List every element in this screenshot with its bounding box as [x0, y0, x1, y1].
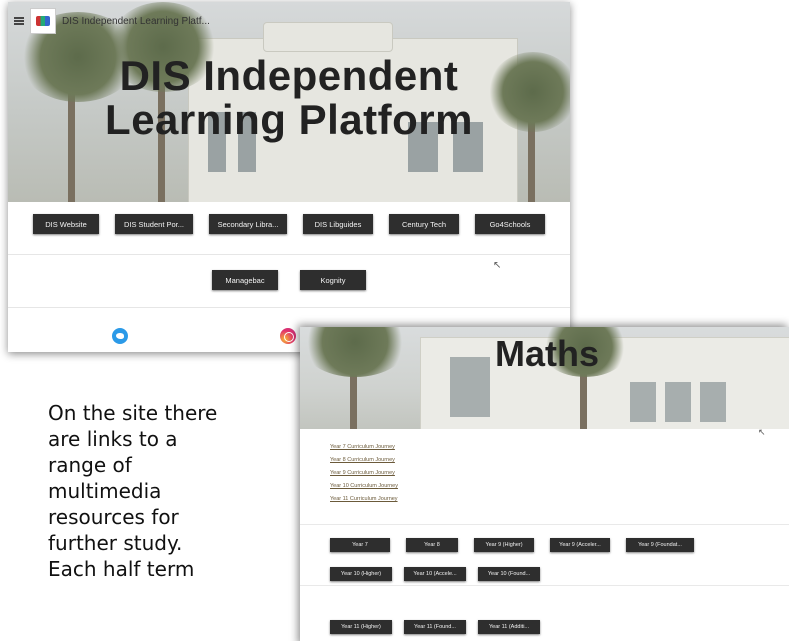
caption-text: On the site there are links to a range o… [48, 401, 218, 581]
managebac-button[interactable]: Managebac [212, 270, 278, 290]
year-10-curriculum-link[interactable]: Year 10 Curriculum Journey [330, 482, 398, 491]
year-buttons-row-2: Year 10 (Higher) Year 10 (Accele... Year… [330, 567, 540, 581]
twitter-icon[interactable] [112, 328, 128, 344]
year-10-higher-button[interactable]: Year 10 (Higher) [330, 567, 392, 581]
divider [8, 254, 570, 255]
curriculum-links: Year 7 Curriculum Journey Year 8 Curricu… [330, 443, 398, 504]
instagram-icon[interactable] [280, 328, 296, 344]
school-logo[interactable] [30, 8, 56, 34]
year-10-accelerated-button[interactable]: Year 10 (Accele... [404, 567, 466, 581]
kognity-button[interactable]: Kognity [300, 270, 366, 290]
secondary-library-button[interactable]: Secondary Libra... [209, 214, 287, 234]
year-9-curriculum-link[interactable]: Year 9 Curriculum Journey [330, 469, 398, 478]
link-buttons-row-2: Managebac Kognity [8, 270, 570, 290]
screenshot-home: DIS Independent Learning Platf... DIS In… [8, 2, 570, 352]
top-bar: DIS Independent Learning Platf... [8, 2, 570, 40]
year-7-curriculum-link[interactable]: Year 7 Curriculum Journey [330, 443, 398, 452]
site-title[interactable]: DIS Independent Learning Platf... [62, 16, 210, 27]
year-11-higher-button[interactable]: Year 11 (Higher) [330, 620, 392, 634]
year-11-foundation-button[interactable]: Year 11 (Found... [404, 620, 466, 634]
mouse-cursor-icon: ↖ [758, 427, 766, 437]
year-buttons-row-1: Year 7 Year 8 Year 9 (Higher) Year 9 (Ac… [330, 538, 694, 552]
year-7-button[interactable]: Year 7 [330, 538, 390, 552]
year-buttons-row-3: Year 11 (Higher) Year 11 (Found... Year … [330, 620, 540, 634]
year-11-additional-button[interactable]: Year 11 (Additi... [478, 620, 540, 634]
year-9-foundation-button[interactable]: Year 9 (Foundat... [626, 538, 694, 552]
dis-student-portal-button[interactable]: DIS Student Por... [115, 214, 193, 234]
year-11-curriculum-link[interactable]: Year 11 Curriculum Journey [330, 495, 398, 504]
year-8-button[interactable]: Year 8 [406, 538, 458, 552]
year-9-higher-button[interactable]: Year 9 (Higher) [474, 538, 534, 552]
dis-libguides-button[interactable]: DIS Libguides [303, 214, 373, 234]
link-buttons-row-1: DIS Website DIS Student Por... Secondary… [8, 214, 570, 234]
year-8-curriculum-link[interactable]: Year 8 Curriculum Journey [330, 456, 398, 465]
divider [300, 524, 789, 525]
year-9-accelerated-button[interactable]: Year 9 (Acceler... [550, 538, 610, 552]
maths-page-title: Maths [495, 333, 600, 374]
dis-website-button[interactable]: DIS Website [33, 214, 99, 234]
screenshot-maths: Maths ↖ Year 7 Curriculum Journey Year 8… [300, 327, 789, 641]
divider [8, 307, 570, 308]
hamburger-menu-icon[interactable] [14, 17, 24, 25]
divider [300, 585, 789, 586]
century-tech-button[interactable]: Century Tech [389, 214, 459, 234]
hero-title: DIS Independent Learning Platform [105, 52, 473, 143]
maths-hero-banner: Maths [300, 327, 789, 429]
year-10-foundation-button[interactable]: Year 10 (Found... [478, 567, 540, 581]
go4schools-button[interactable]: Go4Schools [475, 214, 545, 234]
